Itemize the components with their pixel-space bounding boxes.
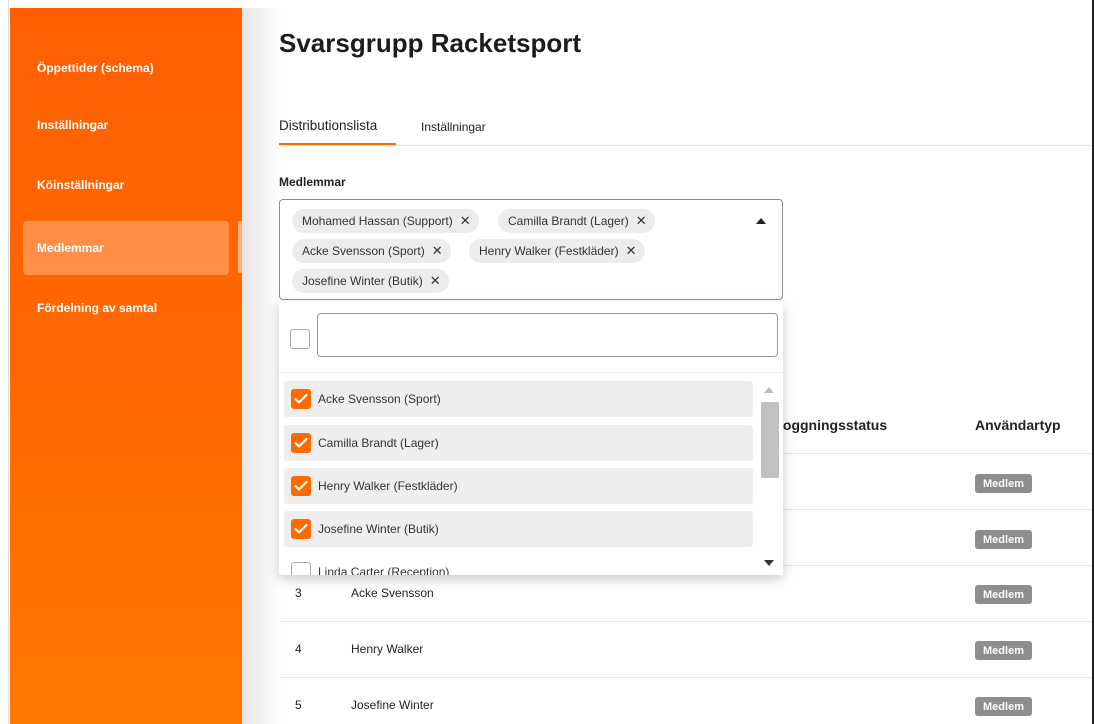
option-label: Camilla Brandt (Lager) (318, 436, 439, 450)
row-number: 3 (295, 586, 302, 600)
scrollbar-thumb[interactable] (761, 402, 779, 478)
dropdown-option[interactable]: Josefine Winter (Butik) (284, 511, 753, 547)
dropdown-option[interactable]: Henry Walker (Festkläder) (284, 468, 753, 504)
row-divider (279, 677, 1094, 678)
sidebar-item-settings[interactable]: Inställningar (23, 98, 229, 152)
members-multiselect[interactable]: Mohamed Hassan (Support) ✕ Camilla Brand… (279, 199, 783, 300)
checkbox-checked-icon[interactable] (291, 519, 311, 539)
checkbox-checked-icon[interactable] (291, 389, 311, 409)
chip-label: Camilla Brandt (Lager) (508, 214, 629, 228)
members-label: Medlemmar (279, 175, 346, 189)
sidebar-item-members[interactable]: Medlemmar (23, 221, 229, 275)
left-border (0, 0, 9, 724)
option-label: Acke Svensson (Sport) (318, 392, 441, 406)
row-divider (279, 621, 1094, 622)
user-type-badge: Medlem (975, 585, 1032, 604)
member-name: Josefine Winter (351, 698, 434, 712)
dropdown-search-input[interactable] (317, 313, 778, 357)
option-label: Linda Carter (Reception) (318, 565, 450, 575)
tab-bar: Distributionslista Inställningar (279, 116, 1094, 146)
member-chip: Acke Svensson (Sport) ✕ (292, 239, 451, 263)
tab-settings[interactable]: Inställningar (421, 120, 486, 134)
member-chip: Camilla Brandt (Lager) ✕ (498, 209, 655, 233)
user-type-badge: Medlem (975, 530, 1032, 549)
tab-distribution-list[interactable]: Distributionslista (279, 118, 397, 145)
row-number: 5 (295, 698, 302, 712)
remove-chip-icon[interactable]: ✕ (460, 213, 471, 229)
dropdown-option[interactable]: Acke Svensson (Sport) (284, 381, 753, 417)
sidebar-item-call-distribution[interactable]: Fördelning av samtal (23, 281, 229, 335)
checkbox-checked-icon[interactable] (291, 476, 311, 496)
remove-chip-icon[interactable]: ✕ (626, 243, 637, 259)
dropdown-option[interactable]: Linda Carter (Reception) (284, 554, 753, 575)
members-dropdown: Acke Svensson (Sport) Camilla Brandt (La… (279, 302, 783, 575)
remove-chip-icon[interactable]: ✕ (636, 213, 647, 229)
sidebar-item-label: Fördelning av samtal (37, 301, 158, 315)
member-chip: Josefine Winter (Butik) ✕ (292, 269, 449, 293)
chip-label: Mohamed Hassan (Support) (302, 214, 453, 228)
sidebar-item-queue-settings[interactable]: Köinställningar (23, 158, 229, 212)
row-number: 4 (295, 642, 302, 656)
sidebar: Öppettider (schema) Inställningar Köinst… (10, 8, 242, 724)
user-type-badge: Medlem (975, 474, 1032, 493)
option-label: Henry Walker (Festkläder) (318, 479, 458, 493)
sidebar-item-label: Medlemmar (37, 241, 104, 255)
select-all-checkbox[interactable] (290, 329, 310, 349)
member-name: Henry Walker (351, 642, 424, 656)
dropdown-options-list: Acke Svensson (Sport) Camilla Brandt (La… (279, 373, 756, 575)
page-title: Svarsgrupp Racketsport (279, 28, 581, 58)
chip-label: Acke Svensson (Sport) (302, 244, 425, 258)
scroll-up-arrow-icon[interactable] (764, 387, 774, 393)
dropdown-scrollbar[interactable] (757, 373, 783, 575)
checkbox-checked-icon[interactable] (291, 433, 311, 453)
sidebar-shadow (242, 8, 282, 724)
option-label: Josefine Winter (Butik) (318, 522, 439, 536)
sidebar-item-label: Köinställningar (37, 178, 125, 192)
top-border (0, 0, 1094, 8)
remove-chip-icon[interactable]: ✕ (432, 243, 443, 259)
member-chip: Mohamed Hassan (Support) ✕ (292, 209, 479, 233)
chip-label: Henry Walker (Festkläder) (479, 244, 619, 258)
member-name: Acke Svensson (351, 586, 434, 600)
user-type-badge: Medlem (975, 641, 1032, 660)
sidebar-item-opening-hours[interactable]: Öppettider (schema) (23, 41, 229, 95)
chip-label: Josefine Winter (Butik) (302, 274, 423, 288)
sidebar-item-label: Inställningar (37, 118, 109, 132)
member-chip: Henry Walker (Festkläder) ✕ (469, 239, 645, 263)
checkbox-unchecked-icon[interactable] (291, 562, 311, 575)
column-header-login-status[interactable]: loggningsstatus (779, 417, 887, 433)
dropdown-option[interactable]: Camilla Brandt (Lager) (284, 425, 753, 461)
scroll-down-arrow-icon[interactable] (764, 560, 774, 566)
column-header-user-type[interactable]: Användartyp (975, 417, 1061, 433)
app-window: Öppettider (schema) Inställningar Köinst… (0, 0, 1094, 724)
user-type-badge: Medlem (975, 697, 1032, 716)
remove-chip-icon[interactable]: ✕ (430, 273, 441, 289)
sidebar-item-label: Öppettider (schema) (37, 61, 154, 75)
collapse-caret-icon[interactable] (756, 218, 766, 224)
